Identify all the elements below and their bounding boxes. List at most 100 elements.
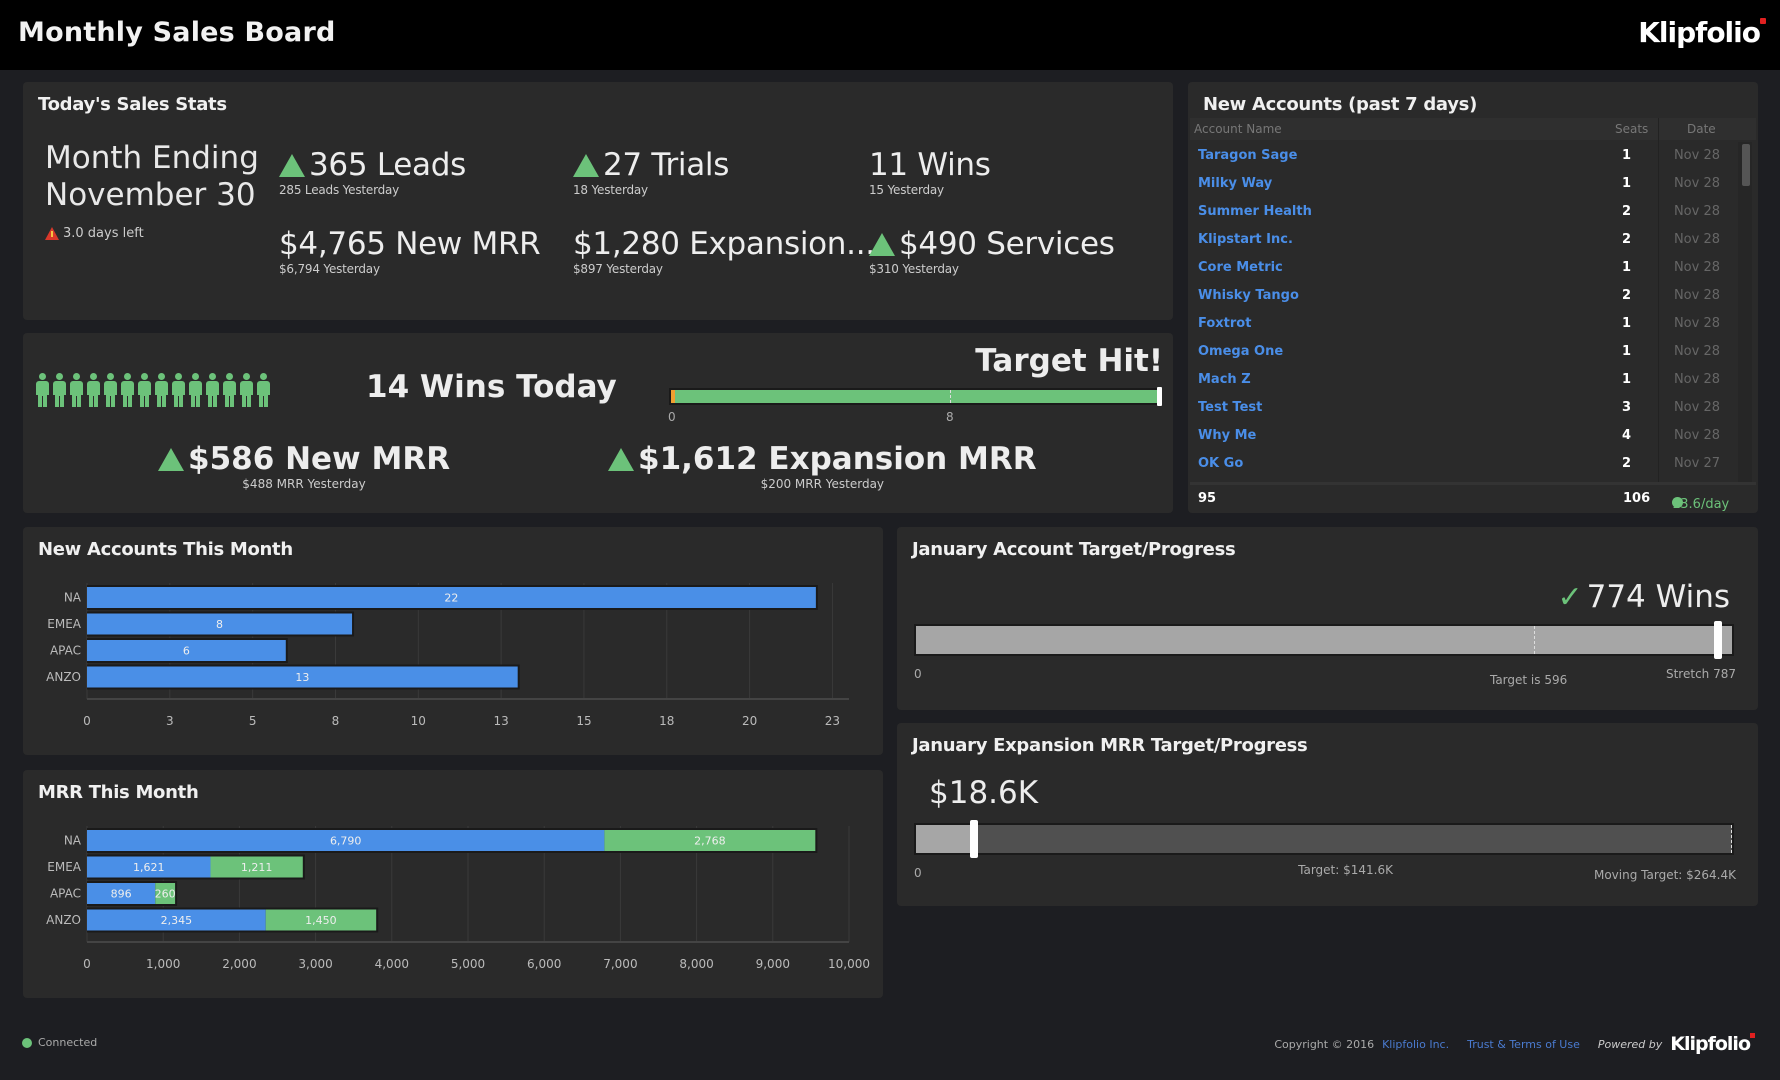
trend-up-icon — [279, 153, 305, 177]
seats-cell: 1 — [1621, 372, 1631, 387]
wins-target-bar — [669, 387, 1162, 406]
start-label: 0 — [914, 866, 922, 880]
expansion-value: $18.6K — [929, 775, 1039, 811]
moving-target-label: Moving Target: $264.4K — [1593, 868, 1736, 882]
person-icon — [137, 373, 152, 407]
x-tick-label: 1,000 — [146, 957, 180, 971]
x-tick-label: 7,000 — [603, 957, 637, 971]
account-name-link[interactable]: OK Go — [1198, 456, 1243, 471]
terms-link[interactable]: Trust & Terms of Use — [1467, 1038, 1580, 1051]
date-cell: Nov 28 — [1673, 372, 1720, 387]
account-progress-bar — [914, 621, 1734, 659]
account-name-link[interactable]: Mach Z — [1198, 372, 1251, 387]
seats-cell: 1 — [1621, 176, 1631, 191]
bar-value-label: 6,790 — [330, 835, 362, 848]
seats-cell: 1 — [1621, 148, 1631, 163]
account-name-link[interactable]: Core Metric — [1198, 260, 1283, 275]
account-name-link[interactable]: Taragon Sage — [1198, 148, 1297, 163]
stretch-label: Stretch 787 — [1665, 667, 1736, 681]
target-label: Target: $141.6K — [1298, 863, 1393, 877]
x-tick-label: 18 — [659, 714, 674, 728]
x-tick-label: 8,000 — [679, 957, 713, 971]
y-category-label: APAC — [50, 644, 81, 658]
bar-value-label: 6 — [183, 645, 190, 658]
new-mrr-stat: $586 New MRR $488 MRR Yesterday — [158, 441, 450, 491]
table-row[interactable]: Whisky Tango 2 Nov 28 — [1190, 282, 1738, 310]
x-tick-label: 23 — [825, 714, 840, 728]
account-name-link[interactable]: Why Me — [1198, 428, 1256, 443]
date-cell: Nov 27 — [1673, 456, 1720, 471]
new-accounts-bar-chart: 0 3 5 8 10 13 15 18 20 23 NA 22 EMEA 8 APAC 6 ANZO 13 — [46, 583, 849, 728]
header-bar: Monthly Sales Board Klipfolio — [0, 0, 1780, 70]
table-row[interactable]: Taragon Sage 1 Nov 28 — [1190, 142, 1738, 170]
stat-expansion: $1,280 Expansion... $897 Yesterday — [573, 226, 875, 276]
stat-new-mrr: $4,765 New MRR $6,794 Yesterday — [279, 226, 541, 276]
column-divider — [1658, 118, 1659, 484]
footer-klipfolio-logo[interactable]: Klipfolio — [1670, 1033, 1755, 1055]
y-category-label: APAC — [50, 887, 81, 901]
person-icon — [69, 373, 84, 407]
mrr-chart-card: MRR This Month 0 1,000 2,000 3,000 4,000 5,00… — [23, 770, 883, 998]
check-icon: ✓ — [1557, 579, 1583, 615]
table-header: Account Name Seats Date — [1190, 118, 1756, 140]
x-tick-label: 4,000 — [375, 957, 409, 971]
account-target-card: January Account Target/Progress ✓ 774 Win… — [897, 527, 1758, 710]
account-name-link[interactable]: Test Test — [1198, 400, 1262, 415]
table-row[interactable]: Why Me 4 Nov 28 — [1190, 422, 1738, 450]
table-row[interactable]: Omega One 1 Nov 28 — [1190, 338, 1738, 366]
seats-cell: 2 — [1621, 232, 1631, 247]
person-icon — [188, 373, 203, 407]
y-category-label: ANZO — [46, 670, 81, 684]
footer-seats-total: 106 — [1623, 491, 1651, 506]
mrr-stacked-bar-chart: 0 1,000 2,000 3,000 4,000 5,000 6,000 7,000 8,00… — [46, 826, 870, 971]
y-category-label: EMEA — [47, 617, 82, 631]
x-tick-label: 3 — [166, 714, 174, 728]
table-scrollbar[interactable] — [1738, 142, 1752, 482]
bar-value-label: 260 — [155, 888, 176, 901]
table-row[interactable]: Summer Health 2 Nov 28 — [1190, 198, 1738, 226]
card-title: January Expansion MRR Target/Progress — [912, 735, 1308, 756]
trend-up-icon — [573, 153, 599, 177]
bar-value-label: 1,450 — [305, 914, 337, 927]
klipfolio-logo[interactable]: Klipfolio — [1638, 16, 1766, 49]
account-name-link[interactable]: Foxtrot — [1198, 316, 1251, 331]
todays-sales-stats-card: Today's Sales Stats Month Ending Novembe… — [23, 82, 1173, 320]
account-name-link[interactable]: Omega One — [1198, 344, 1283, 359]
trend-up-icon — [869, 232, 895, 256]
person-icon — [256, 373, 271, 407]
company-link[interactable]: Klipfolio Inc. — [1382, 1038, 1449, 1051]
table-row[interactable]: Mach Z 1 Nov 28 — [1190, 366, 1738, 394]
column-header-seats[interactable]: Seats — [1615, 122, 1648, 136]
trend-up-icon — [608, 447, 634, 471]
account-name-link[interactable]: Summer Health — [1198, 204, 1312, 219]
x-tick-label: 2,000 — [222, 957, 256, 971]
x-tick-label: 13 — [493, 714, 508, 728]
account-name-link[interactable]: Whisky Tango — [1198, 288, 1299, 303]
days-left: 3.0 days left — [45, 226, 144, 241]
table-row[interactable]: Foxtrot 1 Nov 28 — [1190, 310, 1738, 338]
date-cell: Nov 28 — [1673, 400, 1720, 415]
table-row[interactable]: Test Test 3 Nov 28 — [1190, 394, 1738, 422]
table-row[interactable]: Milky Way 1 Nov 28 — [1190, 170, 1738, 198]
bar-value-label: 8 — [216, 618, 223, 631]
stat-wins: 11 Wins 15 Yesterday — [869, 147, 991, 197]
seats-cell: 1 — [1621, 260, 1631, 275]
target-line — [1533, 626, 1535, 654]
table-row[interactable]: OK Go 2 Nov 27 — [1190, 450, 1738, 478]
x-tick-label: 5,000 — [451, 957, 485, 971]
table-row[interactable]: Core Metric 1 Nov 28 — [1190, 254, 1738, 282]
account-name-link[interactable]: Milky Way — [1198, 176, 1272, 191]
table-footer: 95 106 13.6/day — [1190, 482, 1756, 512]
new-accounts-chart-card: New Accounts This Month 0 3 5 8 10 13 15 18 20 23… — [23, 527, 883, 755]
date-cell: Nov 28 — [1673, 176, 1720, 191]
moving-target-line — [1731, 825, 1732, 853]
seats-cell: 4 — [1621, 428, 1631, 443]
bar-value-label: 896 — [111, 888, 132, 901]
column-header-date[interactable]: Date — [1687, 122, 1716, 136]
table-row[interactable]: Klipstart Inc. 2 Nov 28 — [1190, 226, 1738, 254]
scrollbar-thumb[interactable] — [1742, 144, 1750, 186]
column-header-account-name[interactable]: Account Name — [1194, 122, 1282, 136]
table-body: Taragon Sage 1 Nov 28 Milky Way 1 Nov 28 Summe… — [1190, 142, 1756, 482]
x-tick-label: 3,000 — [298, 957, 332, 971]
account-name-link[interactable]: Klipstart Inc. — [1198, 232, 1293, 247]
